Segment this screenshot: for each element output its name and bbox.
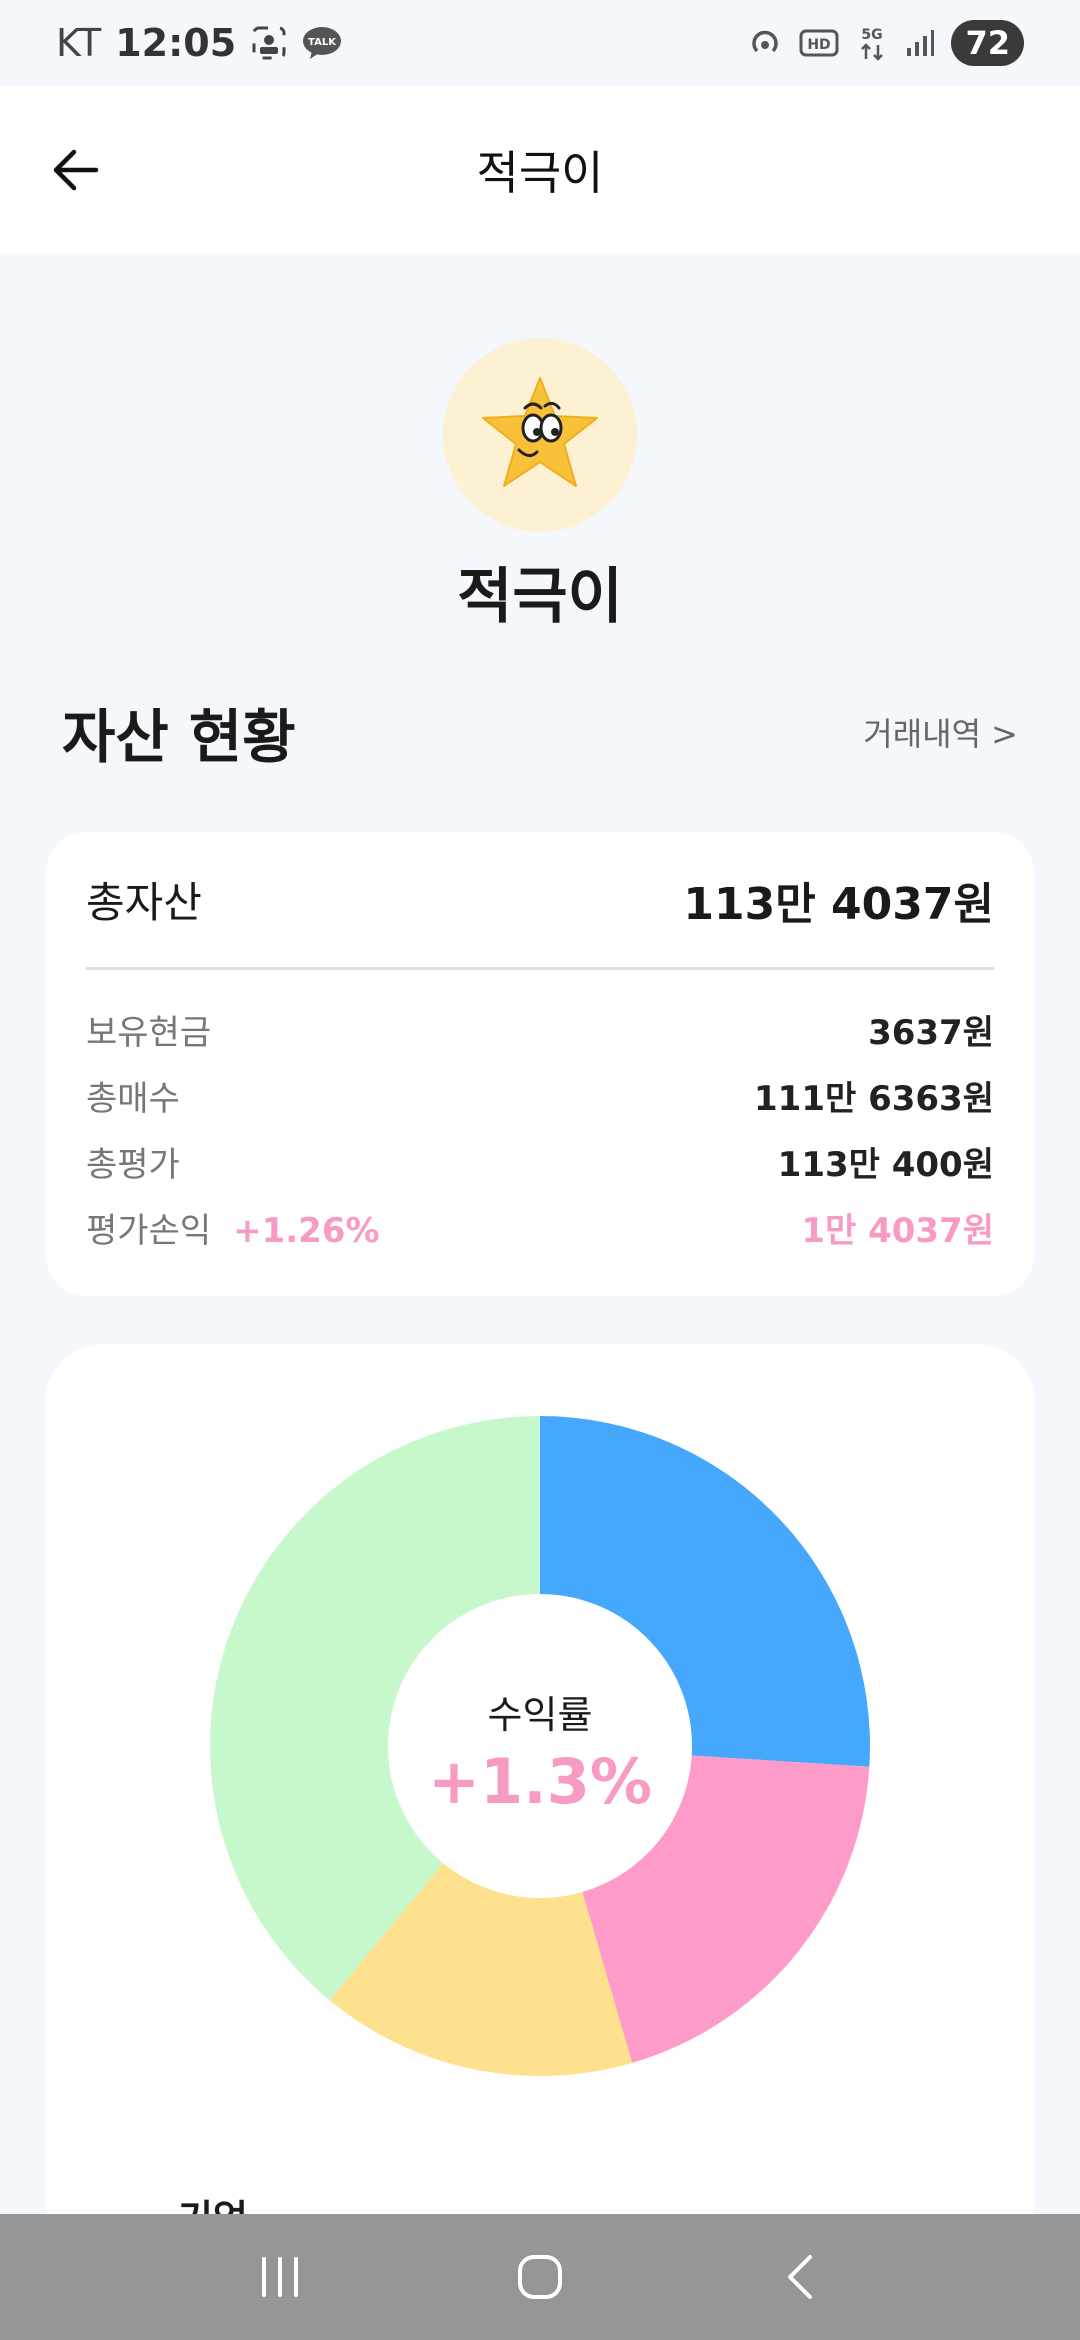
asset-section-header: 자산 현황 거래내역 >: [62, 690, 1018, 774]
section-title: 자산 현황: [62, 703, 296, 771]
hd-badge: HD: [808, 37, 831, 53]
status-bar: KT 12:05 TALK HD 5G 72: [0, 0, 1080, 86]
avatar: [443, 338, 637, 532]
total-asset-value: 113만 4037원: [683, 878, 994, 930]
screenshot-icon: [250, 24, 288, 62]
profit-rate: +1.26%: [233, 1210, 380, 1251]
home-icon: [518, 2255, 562, 2299]
home-button[interactable]: [495, 2232, 585, 2322]
hd-voice-icon: HD: [799, 28, 839, 58]
back-nav-button[interactable]: [755, 2232, 845, 2322]
hotspot-icon: [747, 25, 783, 61]
detail-label: 총평가: [86, 1144, 180, 1185]
back-nav-icon: [788, 2255, 812, 2299]
back-button[interactable]: [44, 138, 108, 202]
detail-value: 3637원: [868, 1012, 994, 1053]
return-rate-value: +1.3%: [428, 1745, 652, 1818]
detail-row-total-eval: 총평가 113만 400원: [86, 1128, 994, 1194]
portfolio-chart-card: 수익률 +1.3% 기업: [46, 1344, 1034, 2340]
asset-detail-list: 보유현금 3637원 총매수 111만 6363원 총평가 113만 400원 …: [86, 970, 994, 1260]
profile-name: 적극이: [457, 562, 623, 632]
detail-label: 평가손익: [86, 1210, 212, 1251]
detail-row-cash: 보유현금 3637원: [86, 996, 994, 1062]
network-5g-icon: 5G: [855, 25, 889, 61]
network-label: 5G: [862, 27, 883, 43]
detail-label: 보유현금: [86, 1012, 212, 1053]
return-rate-label: 수익률: [487, 1693, 593, 1737]
detail-value: 113만 400원: [777, 1144, 994, 1185]
arrow-left-icon: [53, 149, 99, 191]
transaction-history-link[interactable]: 거래내역 >: [863, 709, 1018, 755]
recent-apps-icon: [262, 2257, 298, 2297]
asset-summary-card: 총자산 113만 4037원 보유현금 3637원 총매수 111만 6363원…: [46, 832, 1034, 1296]
battery-indicator: 72: [951, 20, 1024, 66]
chart-center: 수익률 +1.3%: [46, 1684, 1034, 1818]
detail-value: 111만 6363원: [754, 1078, 994, 1119]
profit-value: 1만 4037원: [801, 1210, 994, 1251]
signal-icon: [905, 28, 935, 58]
carrier-label: KT: [56, 21, 102, 65]
detail-label-wrap: 평가손익 +1.26%: [86, 1203, 380, 1252]
page-title: 적극이: [476, 146, 604, 200]
system-nav-bar: [0, 2214, 1080, 2340]
kakaotalk-icon: TALK: [302, 25, 342, 61]
total-asset-row: 총자산 113만 4037원: [86, 832, 994, 970]
detail-row-profit-loss: 평가손익 +1.26% 1만 4037원: [86, 1194, 994, 1260]
star-face-icon: [482, 377, 598, 487]
status-right: HD 5G 72: [747, 20, 1024, 66]
recent-apps-button[interactable]: [235, 2232, 325, 2322]
status-left: KT 12:05 TALK: [56, 21, 342, 65]
detail-row-total-buy: 총매수 111만 6363원: [86, 1062, 994, 1128]
talk-badge: TALK: [308, 37, 337, 48]
clock: 12:05: [115, 21, 237, 65]
total-asset-label: 총자산: [86, 878, 202, 927]
app-bar: 적극이: [0, 86, 1080, 254]
detail-label: 총매수: [86, 1078, 180, 1119]
